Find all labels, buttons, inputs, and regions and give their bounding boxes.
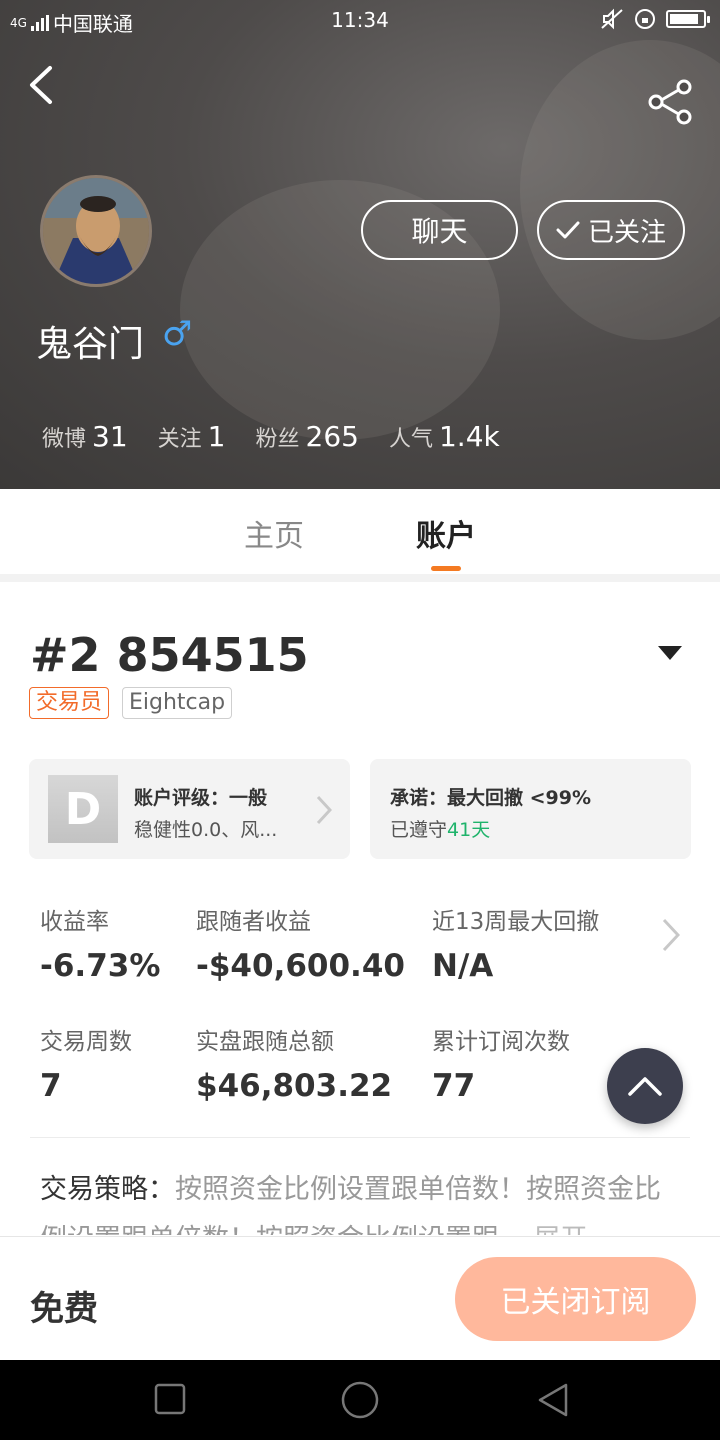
nav-back-button[interactable] <box>536 1382 570 1422</box>
stat-value: 1 <box>207 420 226 453</box>
promise-detail: 已遵守41天 <box>390 815 490 842</box>
tag-trader: 交易员 <box>29 687 110 719</box>
metric-trade-weeks: 交易周数 7 <box>40 1022 132 1104</box>
mute-icon <box>601 8 623 30</box>
stat-popularity: 人气 1.4k <box>389 420 500 453</box>
check-icon <box>556 221 580 239</box>
profile-header: 4G 中国联通 11:34 聊天 已关注 鬼谷门 ♂ 微博 31 关注 1 粉丝… <box>0 0 720 489</box>
tab-indicator <box>431 566 461 571</box>
rating-title: 账户评级：一般 <box>134 787 268 809</box>
metric-return-rate: 收益率 -6.73% <box>40 902 160 984</box>
metric-label: 收益率 <box>40 909 109 935</box>
promise-card: 承诺：最大回撤 <99% 已遵守41天 <box>370 759 691 859</box>
back-arrow-icon <box>30 66 52 104</box>
account-dropdown-icon[interactable] <box>658 646 682 660</box>
stat-label: 关注 <box>157 427 202 452</box>
metric-subscriptions: 累计订阅次数 77 <box>432 1022 570 1104</box>
stat-value: 265 <box>305 420 359 453</box>
tab-bar: 主页 账户 <box>0 489 720 574</box>
metric-value: N/A <box>432 948 494 984</box>
status-right <box>600 8 710 30</box>
metric-label: 近13周最大回撤 <box>432 909 600 935</box>
stat-value: 1.4k <box>438 420 500 453</box>
system-nav-bar <box>0 1360 720 1440</box>
chat-button[interactable]: 聊天 <box>361 200 518 260</box>
chevron-up-icon <box>628 1077 662 1096</box>
strategy-expand-link[interactable]: 展开 <box>533 1224 587 1235</box>
metric-value: $46,803.22 <box>196 1068 393 1104</box>
metrics-chevron-right-icon[interactable] <box>662 918 681 960</box>
stat-label: 微博 <box>42 427 87 452</box>
gender-male-icon: ♂ <box>162 314 193 354</box>
metric-label: 跟随者收益 <box>196 909 311 935</box>
account-title: #2 854515 <box>30 628 309 682</box>
metric-total-following: 实盘跟随总额 $46,803.22 <box>196 1022 392 1104</box>
metric-label: 交易周数 <box>40 1029 132 1055</box>
strategy-section: 交易策略：按照资金比例设置跟单倍数！按照资金比例设置跟单倍数！按照资金比例设置跟… <box>40 1165 680 1235</box>
scroll-top-button[interactable] <box>607 1048 683 1124</box>
avatar-image <box>43 178 149 284</box>
stat-fans[interactable]: 粉丝 265 <box>256 420 359 453</box>
rating-card[interactable]: D 账户评级：一般 稳健性0.0、风... <box>29 759 350 859</box>
avatar[interactable] <box>40 175 152 287</box>
promise-title: 承诺：最大回撤 <99% <box>390 787 592 809</box>
follow-label: 已关注 <box>587 217 666 248</box>
battery-level <box>670 14 699 24</box>
share-button[interactable] <box>644 76 696 128</box>
divider <box>0 574 720 582</box>
metric-follower-profit: 跟随者收益 -$40,600.40 <box>196 902 405 984</box>
nav-home-button[interactable] <box>340 1380 380 1424</box>
metric-label: 实盘跟随总额 <box>196 1029 334 1055</box>
stat-label: 人气 <box>388 427 433 452</box>
promise-prefix: 已遵守 <box>390 819 448 841</box>
tab-home[interactable]: 主页 <box>244 511 304 555</box>
profile-stats: 微博 31 关注 1 粉丝 265 人气 1.4k <box>42 420 500 453</box>
tag-broker: Eightcap <box>122 687 233 719</box>
stat-value: 31 <box>92 420 128 453</box>
nav-home-icon <box>341 1381 379 1419</box>
stat-weibo[interactable]: 微博 31 <box>42 420 128 453</box>
chevron-right-icon <box>316 795 333 832</box>
stat-label: 粉丝 <box>255 427 300 452</box>
battery-icon <box>666 10 710 28</box>
metric-value: 7 <box>40 1068 62 1104</box>
nav-recent-button[interactable] <box>154 1382 186 1420</box>
rotation-lock-icon <box>635 9 655 29</box>
price-label: 免费 <box>30 1289 98 1329</box>
metric-max-drawdown: 近13周最大回撤 N/A <box>432 902 599 984</box>
bottom-bar: 免费 已关闭订阅 <box>0 1236 720 1360</box>
subscribe-button[interactable]: 已关闭订阅 <box>455 1257 696 1341</box>
metric-value: -6.73% <box>40 948 161 984</box>
follow-button[interactable]: 已关注 <box>537 200 685 260</box>
back-button[interactable] <box>20 60 70 110</box>
promise-days: 41天 <box>447 819 491 841</box>
tab-account[interactable]: 账户 <box>416 511 476 555</box>
metric-value: 77 <box>432 1068 476 1104</box>
rating-detail: 稳健性0.0、风... <box>134 819 278 841</box>
metric-value: -$40,600.40 <box>196 948 405 984</box>
share-icon <box>648 79 692 125</box>
status-bar: 4G 中国联通 11:34 <box>0 0 720 40</box>
stat-following[interactable]: 关注 1 <box>158 420 226 453</box>
strategy-label: 交易策略： <box>40 1174 175 1205</box>
grade-badge: D <box>48 775 118 843</box>
metric-label: 累计订阅次数 <box>432 1029 570 1055</box>
section-divider <box>30 1137 690 1138</box>
nav-recent-icon <box>154 1383 186 1415</box>
nav-back-icon <box>538 1383 568 1417</box>
username: 鬼谷门 <box>36 324 145 365</box>
